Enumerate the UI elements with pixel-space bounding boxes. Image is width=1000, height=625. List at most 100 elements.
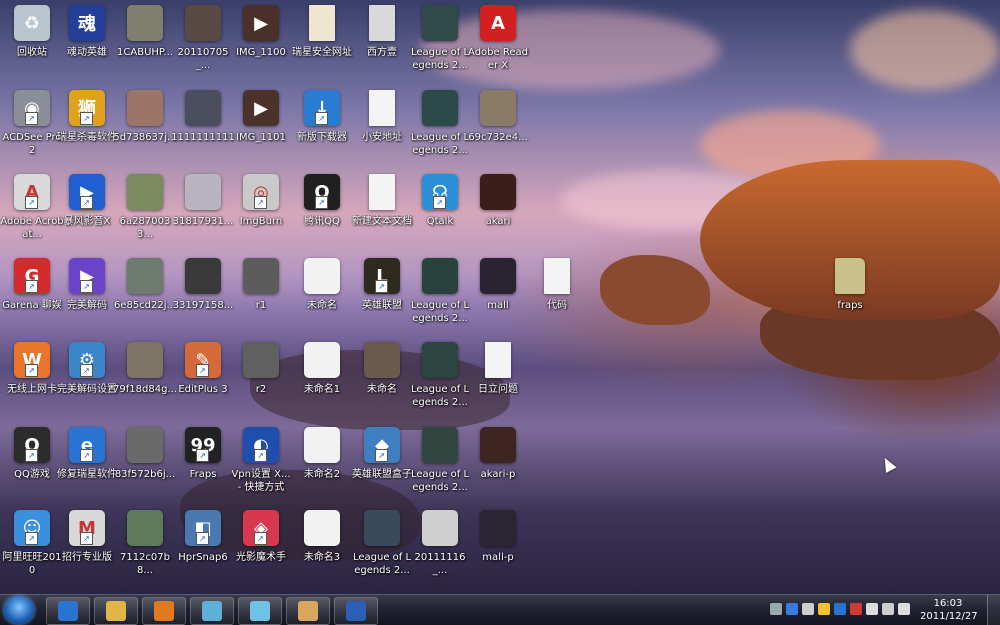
desktop-icon-label: 英雄联盟盒子 bbox=[352, 469, 412, 480]
desktop-icon[interactable]: 魂魂动英雄 bbox=[55, 5, 119, 87]
qq-tray-icon[interactable] bbox=[818, 603, 830, 615]
clock[interactable]: 16:03 2011/12/27 bbox=[920, 597, 978, 623]
desktop-icon[interactable]: 31817931... bbox=[171, 174, 235, 256]
desktop-icon-label: 83f572b6j... bbox=[114, 469, 176, 480]
desktop-icon-label: r2 bbox=[255, 384, 267, 395]
desktop-icon[interactable]: 20110705_... bbox=[171, 5, 235, 87]
desktop-icon[interactable]: ◆ ↗ 英雄联盟盒子 bbox=[350, 427, 414, 509]
desktop-icon[interactable]: akari bbox=[466, 174, 530, 256]
desktop-icon-label: fraps bbox=[837, 300, 863, 311]
desktop-icon[interactable]: League of Legends 2... bbox=[408, 427, 472, 509]
desktop-icon[interactable]: ▶ IMG_1100 bbox=[229, 5, 293, 87]
desktop-icon[interactable]: mall-p bbox=[466, 510, 530, 592]
desktop-icon[interactable]: 20111116_... bbox=[408, 510, 472, 592]
desktop-icon[interactable]: 狮 ↗ 瑞星杀毒软件 bbox=[55, 90, 119, 172]
desktop-icon-label: 5d738637j... bbox=[113, 132, 177, 143]
desktop-icon[interactable]: 新建文本文档 bbox=[350, 174, 414, 256]
flag-tray-icon[interactable] bbox=[866, 603, 878, 615]
desktop-icon[interactable]: League of Legends 2... bbox=[408, 258, 472, 340]
desktop-icon[interactable]: 1CABUHP... bbox=[113, 5, 177, 87]
desktop-icon[interactable]: 7112c07b8... bbox=[113, 510, 177, 592]
desktop-icon[interactable]: 99 ↗ Fraps bbox=[171, 427, 235, 509]
desktop-icon[interactable]: ↓ ↗ 新版下载器 bbox=[290, 90, 354, 172]
desktop-icon[interactable]: 未命名3 bbox=[290, 510, 354, 592]
media-player-taskbar-icon[interactable] bbox=[142, 597, 186, 625]
desktop-icon[interactable]: ◎ ↗ ImgBurn bbox=[229, 174, 293, 256]
desktop-icon[interactable]: akari-p bbox=[466, 427, 530, 509]
desktop-icon[interactable]: ◐ ↗ Vpn设置 X... - 快捷方式 bbox=[229, 427, 293, 509]
desktop-icon[interactable]: ◧ ↗ HprSnap6 bbox=[171, 510, 235, 592]
desktop-icon[interactable]: 6e85cd22j... bbox=[113, 258, 177, 340]
desktop-icon[interactable]: 代码 bbox=[525, 258, 589, 340]
desktop-icon[interactable]: League of Legends 2... bbox=[408, 90, 472, 172]
desktop-icon-label: 20110705_... bbox=[177, 47, 229, 71]
desktop-icon-label: 1111111111 bbox=[171, 132, 235, 143]
help-tray-icon[interactable] bbox=[786, 603, 798, 615]
desktop-icon-label: 69c732e4... bbox=[468, 132, 528, 143]
explorer-taskbar-icon[interactable] bbox=[94, 597, 138, 625]
baofeng-tray-icon[interactable] bbox=[834, 603, 846, 615]
desktop-icon[interactable]: ⚙ ↗ 完美解码设置 bbox=[55, 342, 119, 424]
desktop-icon[interactable]: 83f572b6j... bbox=[113, 427, 177, 509]
desktop-icon[interactable]: 6a2870033... bbox=[113, 174, 177, 256]
desktop-icon[interactable]: ▶ IMG_1101 bbox=[229, 90, 293, 172]
antivirus-tray-icon[interactable] bbox=[850, 603, 862, 615]
desktop-icon-label: 英雄联盟 bbox=[362, 300, 402, 311]
show-desktop-button[interactable] bbox=[987, 595, 1000, 625]
desktop-icon[interactable]: League of Legends 2... bbox=[350, 510, 414, 592]
desktop-icon[interactable]: 瑞星安全网址 bbox=[290, 5, 354, 87]
clock-date: 2011/12/27 bbox=[920, 611, 978, 622]
taskbar-app-glyph bbox=[298, 601, 318, 621]
desktop-icon[interactable]: 1111111111 bbox=[171, 90, 235, 172]
desktop-icon-label: Vpn设置 X... - 快捷方式 bbox=[231, 469, 291, 493]
desktop-icon[interactable]: 小安地址 bbox=[350, 90, 414, 172]
desktop-icon[interactable]: 西方壹 bbox=[350, 5, 414, 87]
word-taskbar-icon[interactable] bbox=[334, 597, 378, 625]
desktop-icon[interactable]: ☊ ↗ Qtalk bbox=[408, 174, 472, 256]
image-thumb-icon bbox=[304, 510, 340, 546]
desktop-icon-label: 小安地址 bbox=[362, 132, 402, 143]
app-taskbar-icon[interactable] bbox=[238, 597, 282, 625]
desktop-icon-label: akari-p bbox=[480, 469, 516, 480]
desktop-icon[interactable]: Q ↗ 腾讯QQ bbox=[290, 174, 354, 256]
desktop-icon[interactable]: mall bbox=[466, 258, 530, 340]
start-button[interactable] bbox=[4, 596, 34, 624]
desktop-icon[interactable]: M ↗ 招行专业版 bbox=[55, 510, 119, 592]
desktop-icon[interactable]: 日立问题 bbox=[466, 342, 530, 424]
desktop-icon[interactable]: ✎ ↗ EditPlus 3 bbox=[171, 342, 235, 424]
image-thumb-icon bbox=[480, 510, 516, 546]
image-thumb-icon bbox=[127, 258, 163, 294]
desktop-icon[interactable]: ◈ ↗ 光影魔术手 bbox=[229, 510, 293, 592]
desktop-icon[interactable]: r2 bbox=[229, 342, 293, 424]
desktop-icon[interactable]: 69c732e4... bbox=[466, 90, 530, 172]
desktop-icon[interactable]: A Adobe Reader X bbox=[466, 5, 530, 87]
desktop-icon[interactable]: 5d738637j... bbox=[113, 90, 177, 172]
volume-tray-icon[interactable] bbox=[898, 603, 910, 615]
desktop-icon[interactable]: 未命名2 bbox=[290, 427, 354, 509]
desktop-icon[interactable]: 79f18d84g... bbox=[113, 342, 177, 424]
desktop-icon[interactable]: 未命名 bbox=[290, 258, 354, 340]
desktop-icon[interactable]: fraps bbox=[818, 258, 882, 340]
media-center-taskbar-icon[interactable] bbox=[286, 597, 330, 625]
desktop-icon[interactable]: 未命名 bbox=[350, 342, 414, 424]
network-tray-icon[interactable] bbox=[882, 603, 894, 615]
desktop-icon[interactable]: ▶ ↗ 完美解码 bbox=[55, 258, 119, 340]
image-thumb-icon bbox=[422, 342, 458, 378]
desktop-icon[interactable]: ▶ ↗ 暴风影音X bbox=[55, 174, 119, 256]
desktop-icon[interactable]: League of Legends 2... bbox=[408, 342, 472, 424]
desktop-icon[interactable]: e ↗ 修复瑞星软件 bbox=[55, 427, 119, 509]
network-taskbar-icon[interactable] bbox=[190, 597, 234, 625]
desktop-icon-label: 完美解码 bbox=[67, 300, 107, 311]
desktop-icon[interactable]: 未命名1 bbox=[290, 342, 354, 424]
desktop-icon[interactable]: r1 bbox=[229, 258, 293, 340]
desktop-icon-label: 瑞星安全网址 bbox=[292, 47, 352, 58]
desktop-icon-label: League of Legends 2... bbox=[410, 47, 470, 71]
desktop-icon[interactable]: League of Legends 2... bbox=[408, 5, 472, 87]
ie-taskbar-icon[interactable] bbox=[46, 597, 90, 625]
keyboard-tray-icon[interactable] bbox=[770, 603, 782, 615]
desktop-icon-label: 瑞星杀毒软件 bbox=[57, 132, 117, 143]
show-hidden-tray-icon[interactable] bbox=[802, 603, 814, 615]
desktop-icon[interactable]: 33197158... bbox=[171, 258, 235, 340]
shortcut-arrow-icon: ↗ bbox=[80, 196, 93, 209]
desktop-icon[interactable]: L ↗ 英雄联盟 bbox=[350, 258, 414, 340]
